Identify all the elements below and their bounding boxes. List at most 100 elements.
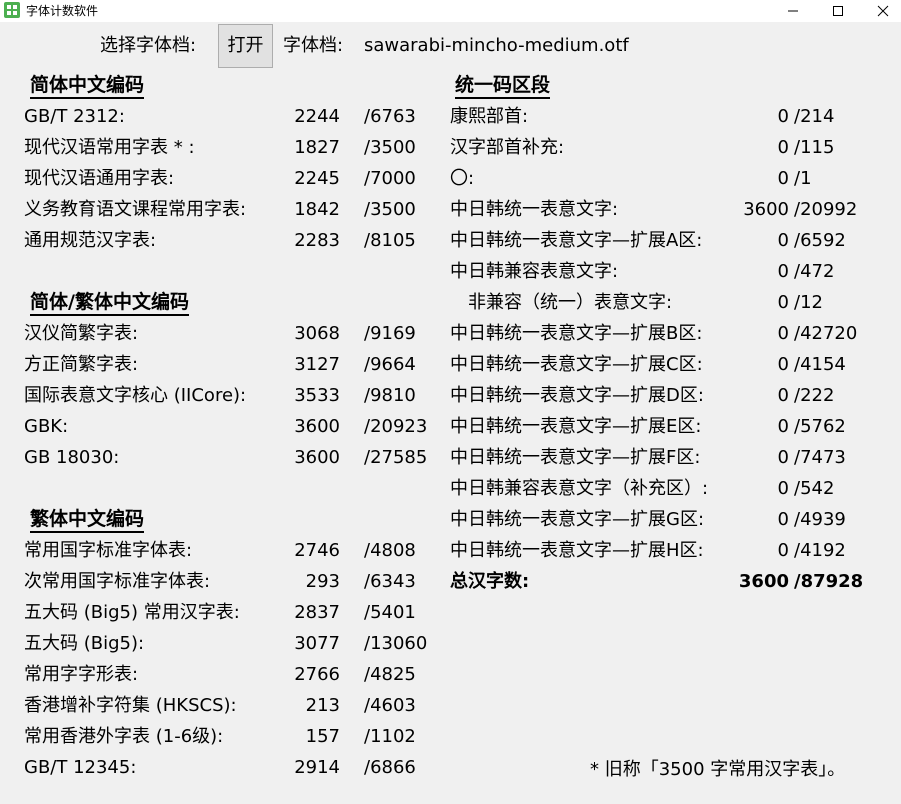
row-label: 汉仪简繁字表: [24, 323, 139, 344]
row-count: 3600 [294, 416, 340, 437]
row-count: 0 [777, 323, 789, 344]
row-total: /4939 [794, 509, 846, 530]
row-count: 157 [305, 726, 340, 747]
row-total: /9810 [364, 385, 416, 406]
row-label: 中日韩统一表意文字—扩展G区: [450, 509, 705, 530]
unicode-block-row: 中日韩兼容表意文字（补充区）: 0/542 [450, 477, 890, 501]
unicode-block-row: 中日韩统一表意文字—扩展F区: 0/7473 [450, 446, 890, 470]
row-total: /472 [794, 261, 835, 282]
close-button[interactable] [860, 0, 901, 22]
row-label: GB/T 2312: [24, 106, 125, 127]
minimize-button[interactable] [770, 0, 816, 22]
window-title: 字体计数软件 [26, 4, 99, 18]
count-row: GB/T 2312: 2244/6763 [24, 105, 434, 129]
unicode-block-row: 中日韩统一表意文字—扩展C区: 0/4154 [450, 353, 890, 377]
row-count: 2283 [294, 230, 340, 251]
row-total: /1 [794, 168, 812, 189]
row-total: /214 [794, 106, 835, 127]
row-total: /6343 [364, 571, 416, 592]
row-label: 现代汉语通用字表: [24, 168, 175, 189]
minimize-icon [788, 10, 798, 12]
row-count: 3600 [294, 447, 340, 468]
row-total: /3500 [364, 137, 416, 158]
count-row: 五大码 (Big5): 3077/13060 [24, 632, 434, 656]
row-count: 3127 [294, 354, 340, 375]
row-label: 五大码 (Big5) 常用汉字表: [24, 602, 240, 623]
row-count: 2245 [294, 168, 340, 189]
section-title-traditional: 繁体中文编码 [30, 507, 145, 533]
row-label: 通用规范汉字表: [24, 230, 157, 251]
row-count: 3077 [294, 633, 340, 654]
row-total: /9169 [364, 323, 416, 344]
row-count: 0 [777, 478, 789, 499]
count-row: 五大码 (Big5) 常用汉字表: 2837/5401 [24, 601, 434, 625]
row-label: GB/T 12345: [24, 757, 137, 778]
font-file-name: sawarabi-mincho-medium.otf [364, 35, 629, 56]
row-label: 中日韩兼容表意文字（补充区）: [450, 478, 709, 499]
row-label: 非兼容（统一）表意文字: [468, 292, 673, 313]
row-label: 常用字字形表: [24, 664, 139, 685]
count-row: 义务教育语文课程常用字表: 1842/3500 [24, 198, 434, 222]
footnote: * 旧称「3500 字常用汉字表」。 [590, 759, 846, 780]
row-total: /7000 [364, 168, 416, 189]
row-total: /6866 [364, 757, 416, 778]
count-row: 现代汉语常用字表 * : 1827/3500 [24, 136, 434, 160]
row-count: 213 [305, 695, 340, 716]
row-count: 1842 [294, 199, 340, 220]
row-count: 1827 [294, 137, 340, 158]
row-label: 〇: [450, 168, 475, 189]
count-row: 常用国字标准字体表: 2746/4808 [24, 539, 434, 563]
row-count: 2837 [294, 602, 340, 623]
row-label: 现代汉语常用字表 * : [24, 137, 195, 158]
count-row: 方正简繁字表: 3127/9664 [24, 353, 434, 377]
row-total: /4808 [364, 540, 416, 561]
row-total: /42720 [794, 323, 858, 344]
row-total: /5401 [364, 602, 416, 623]
row-total: /4603 [364, 695, 416, 716]
row-label: 中日韩统一表意文字—扩展B区: [450, 323, 703, 344]
row-label: 常用香港外字表 (1-6级): [24, 726, 224, 747]
row-count: 2244 [294, 106, 340, 127]
font-file-label: 字体档: [283, 35, 344, 56]
row-count: 0 [777, 447, 789, 468]
unicode-block-row: 非兼容（统一）表意文字: 0/12 [450, 291, 890, 315]
close-icon [877, 5, 889, 17]
row-total: /115 [794, 137, 835, 158]
maximize-button[interactable] [815, 0, 861, 22]
summary-count: 3600 [738, 571, 789, 592]
unicode-block-row: 中日韩统一表意文字—扩展G区: 0/4939 [450, 508, 890, 532]
unicode-block-row: 汉字部首补充: 0/115 [450, 136, 890, 160]
count-row: 次常用国字标准字体表: 293/6343 [24, 570, 434, 594]
row-total: /3500 [364, 199, 416, 220]
count-row: 常用字字形表: 2766/4825 [24, 663, 434, 687]
row-count: 3533 [294, 385, 340, 406]
row-count: 0 [777, 230, 789, 251]
row-count: 0 [777, 292, 789, 313]
unicode-block-row: 中日韩统一表意文字: 3600/20992 [450, 198, 890, 222]
row-count: 3068 [294, 323, 340, 344]
row-total: /222 [794, 385, 835, 406]
row-total: /8105 [364, 230, 416, 251]
select-font-label: 选择字体档: [100, 35, 197, 56]
row-label: 国际表意文字核心 (IICore): [24, 385, 247, 406]
row-total: /27585 [364, 447, 428, 468]
row-label: 中日韩统一表意文字—扩展F区: [450, 447, 701, 468]
row-total: /5762 [794, 416, 846, 437]
row-count: 0 [777, 106, 789, 127]
unicode-block-row: 中日韩兼容表意文字: 0/472 [450, 260, 890, 284]
row-label: 五大码 (Big5): [24, 633, 145, 654]
row-count: 0 [777, 354, 789, 375]
row-total: /542 [794, 478, 835, 499]
row-label: 康熙部首: [450, 106, 529, 127]
count-row: GB 18030: 3600/27585 [24, 446, 434, 470]
row-label: 中日韩统一表意文字—扩展C区: [450, 354, 703, 375]
row-label: 中日韩统一表意文字—扩展D区: [450, 385, 704, 406]
row-count: 2766 [294, 664, 340, 685]
open-button[interactable]: 打开 [218, 24, 273, 68]
section-title-simplified-traditional: 简体/繁体中文编码 [30, 290, 189, 316]
row-label: 义务教育语文课程常用字表: [24, 199, 247, 220]
section-title-unicode-blocks: 统一码区段 [455, 73, 551, 99]
row-label: 中日韩兼容表意文字: [450, 261, 619, 282]
row-count: 0 [777, 168, 789, 189]
row-total: /7473 [794, 447, 846, 468]
